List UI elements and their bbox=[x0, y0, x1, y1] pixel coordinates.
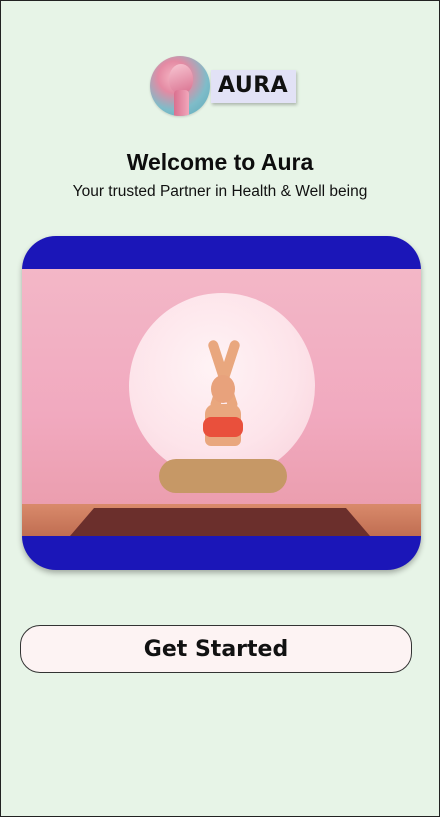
hero-card bbox=[22, 236, 421, 570]
yoga-figure bbox=[151, 309, 296, 534]
brand-name: AURA bbox=[211, 69, 297, 103]
brand-header: AURA bbox=[150, 56, 297, 116]
get-started-button[interactable]: Get Started bbox=[20, 625, 412, 673]
welcome-title: Welcome to Aura bbox=[126, 149, 314, 175]
welcome-screen: AURA Welcome to Aura Your trusted Partne… bbox=[0, 0, 440, 817]
welcome-subtitle: Your trusted Partner in Health & Well be… bbox=[72, 183, 368, 200]
yoga-meditation-image bbox=[22, 269, 421, 536]
mannequin-head-icon bbox=[150, 56, 210, 116]
